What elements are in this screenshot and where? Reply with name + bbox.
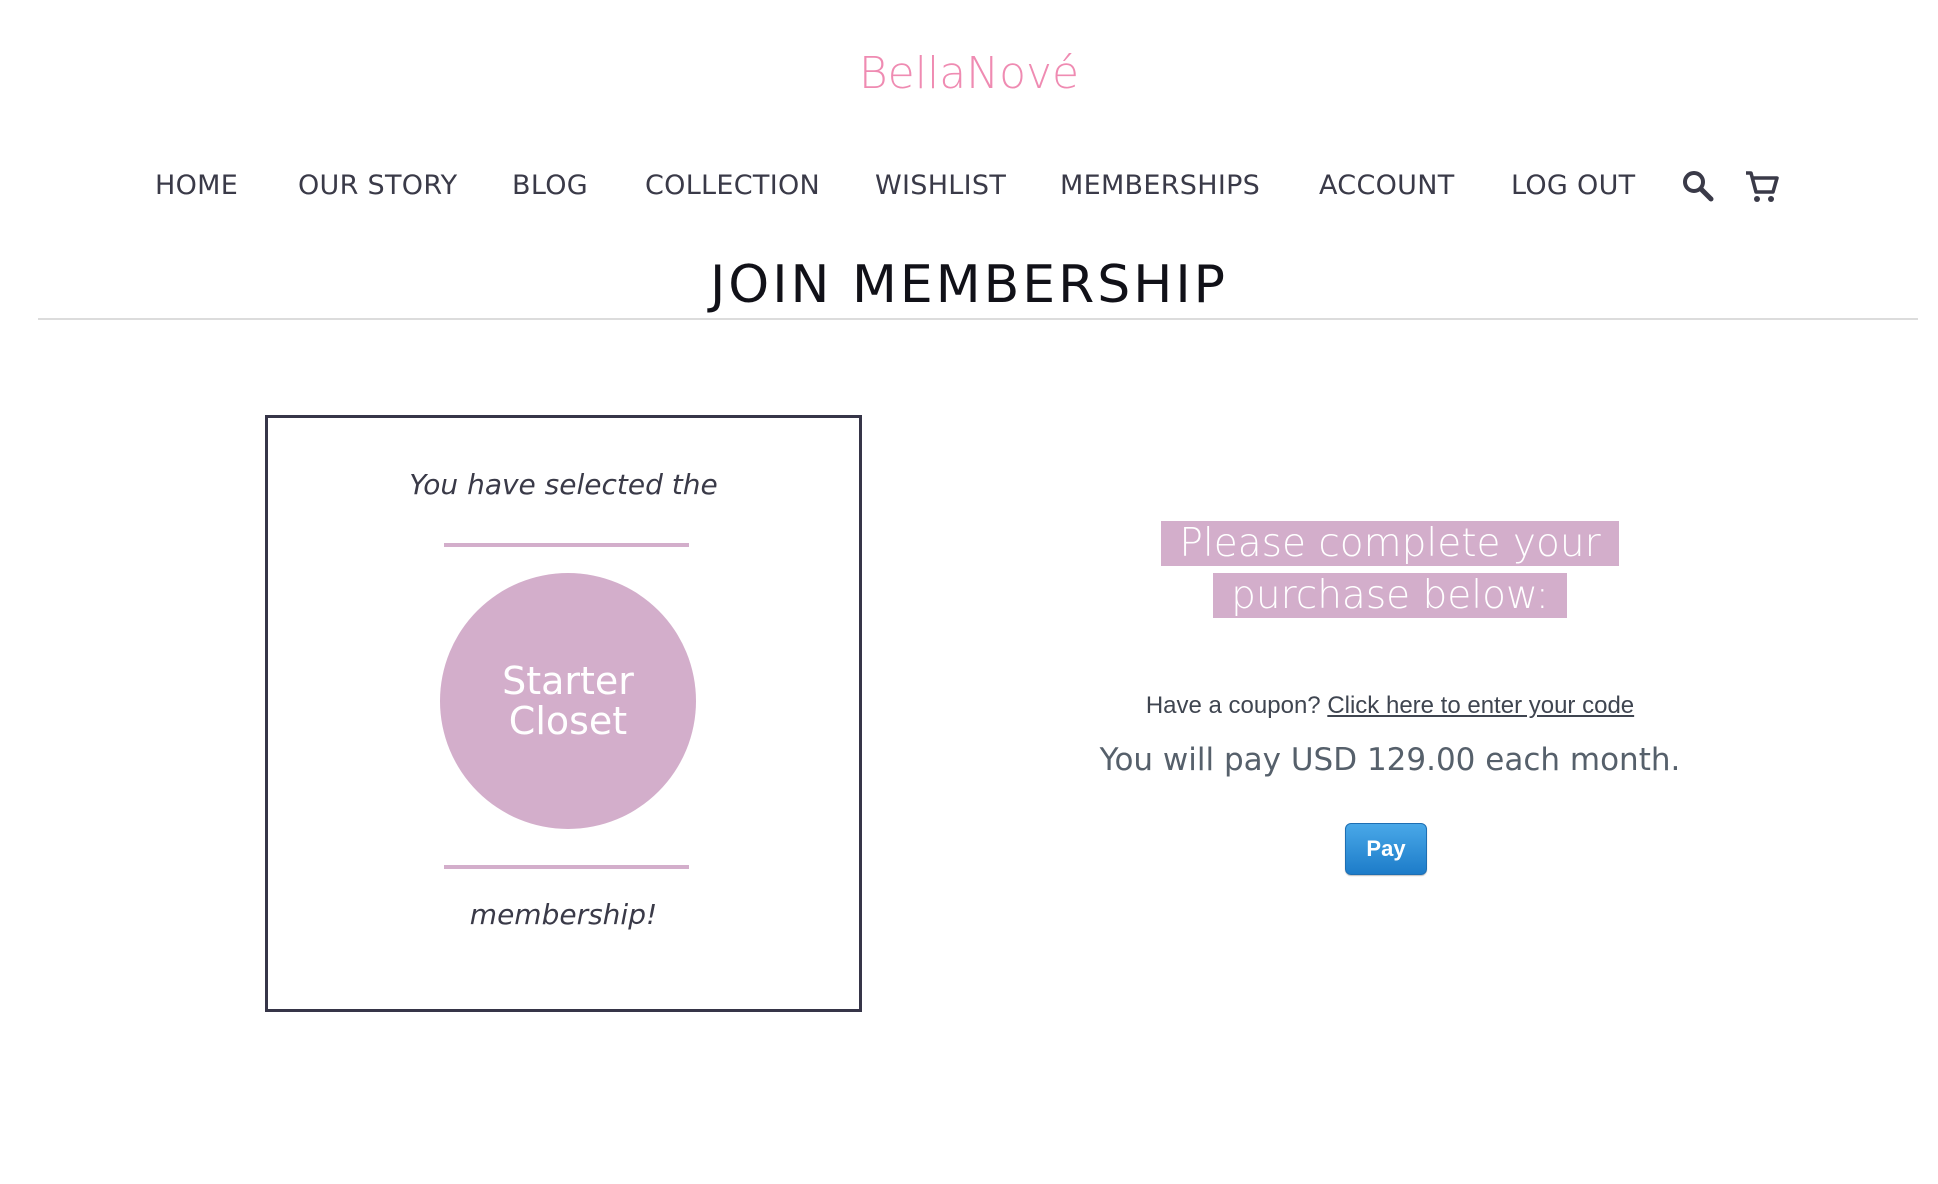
pay-button[interactable]: Pay — [1345, 823, 1427, 875]
membership-card: You have selected the Starter Closet mem… — [265, 415, 862, 1012]
nav-item-memberships[interactable]: MEMBERSHIPS — [1060, 170, 1260, 201]
membership-outro: membership! — [469, 898, 658, 931]
pay-summary: You will pay USD 129.00 each month. — [1099, 742, 1681, 778]
coupon-row: Have a coupon? Click here to enter your … — [1000, 692, 1780, 720]
coupon-label: Have a coupon? — [1145, 692, 1321, 719]
checkout-prompt-line2: purchase below: — [1213, 573, 1567, 618]
nav-item-blog[interactable]: BLOG — [512, 170, 588, 201]
nav-item-collection[interactable]: COLLECTION — [645, 170, 820, 201]
cart-icon[interactable] — [1744, 168, 1780, 204]
checkout-prompt-line1: Please complete your — [1161, 521, 1619, 566]
nav-item-home[interactable]: HOME — [155, 170, 238, 201]
brand-logo[interactable]: BellaNové — [0, 48, 1938, 99]
nav-item-wishlist[interactable]: WISHLIST — [875, 170, 1006, 201]
coupon-link[interactable]: Click here to enter your code — [1327, 692, 1634, 719]
page-title: JOIN MEMBERSHIP — [709, 254, 1229, 315]
search-icon[interactable] — [1680, 168, 1716, 204]
checkout-prompt: Please complete your purchase below: — [1110, 518, 1670, 622]
plan-name-line2: Closet — [508, 699, 628, 743]
plan-name-line1: Starter — [502, 659, 634, 703]
nav-item-our-story[interactable]: OUR STORY — [298, 170, 457, 201]
header-divider — [38, 318, 1918, 320]
nav-item-account[interactable]: ACCOUNT — [1319, 170, 1455, 201]
plan-badge: Starter Closet — [440, 573, 696, 829]
main-nav: HOME OUR STORY BLOG COLLECTION WISHLIST … — [0, 170, 1938, 210]
nav-item-log-out[interactable]: LOG OUT — [1511, 170, 1635, 201]
card-divider-bottom — [444, 865, 689, 869]
membership-intro: You have selected the — [409, 468, 718, 501]
card-divider-top — [444, 543, 689, 547]
